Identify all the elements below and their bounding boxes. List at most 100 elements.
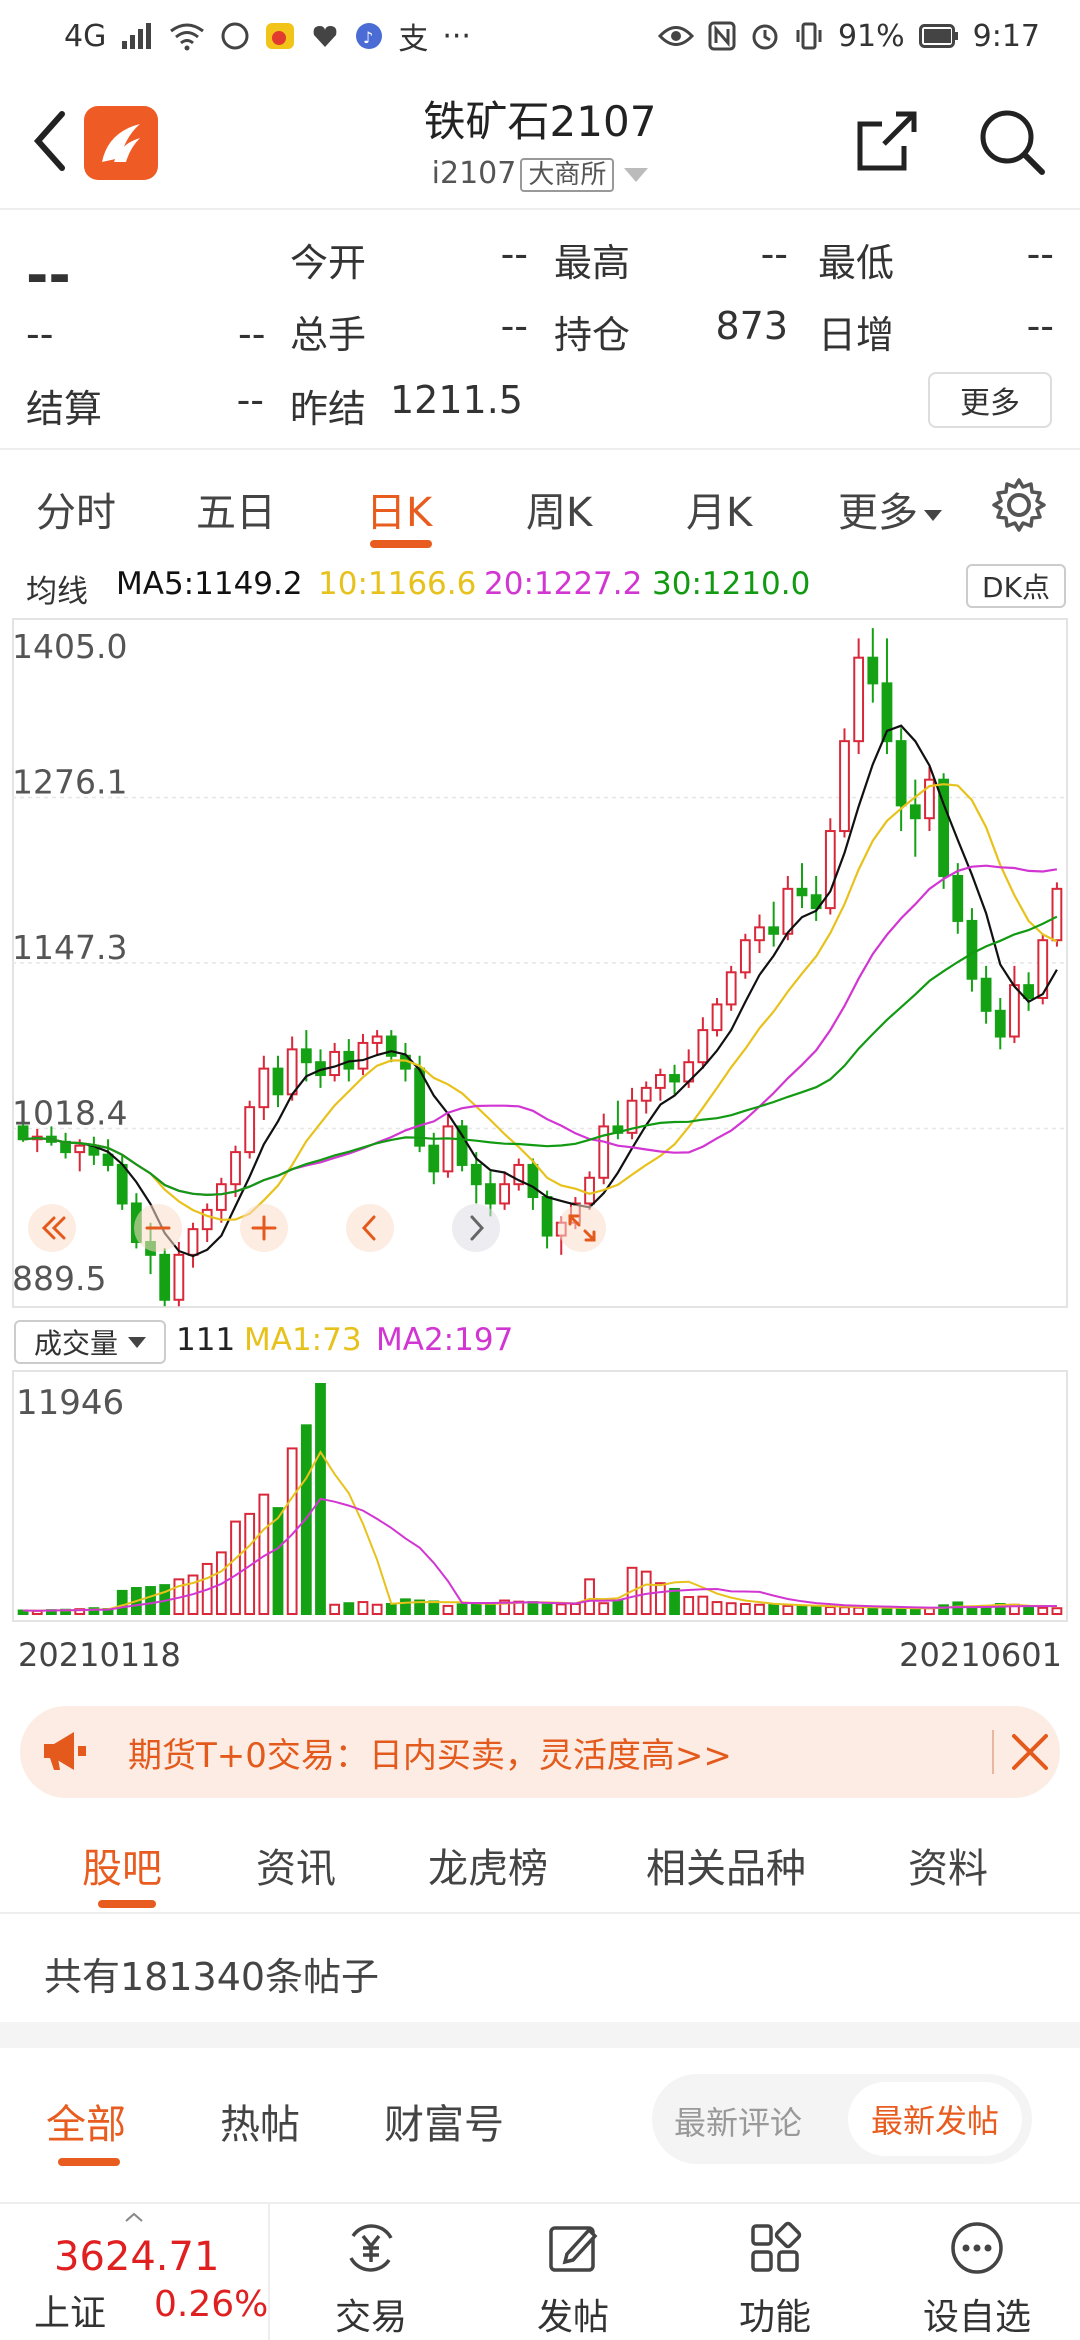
tab-weekly-k[interactable]: 周K [526,480,592,538]
post-button[interactable]: 发帖 [498,2204,648,2340]
tab-related[interactable]: 相关品种 [646,1836,806,1894]
candle-body [768,926,780,935]
promo-banner[interactable]: 期货T+0交易：日内买卖，灵活度高>> [20,1706,1060,1798]
tab-hot[interactable]: 热帖 [220,2092,300,2150]
volume-chart[interactable]: 11946 [12,1370,1068,1622]
weibo-icon [266,23,295,49]
candle-body [173,1253,185,1301]
eye-icon [657,26,694,46]
candle-body [867,656,879,685]
candle-body [159,1253,171,1301]
trade-label: 交易 [334,2297,407,2338]
price-change-pct: -- [238,312,266,356]
volume-bar [470,1602,482,1616]
candle-body [329,1050,341,1077]
last-price: -- [26,244,71,307]
candle-body [853,656,865,743]
trade-button[interactable]: 交易 [296,2204,446,2340]
volume-legend: 成交量 111 MA1:73 MA2:197 [0,1318,1080,1364]
watchlist-label: 设自选 [922,2297,1031,2338]
network-indicator: 4G [64,18,107,54]
tab-more[interactable]: 更多 [838,480,942,538]
double-left-icon[interactable] [28,1204,76,1252]
volume-bar [428,1600,440,1616]
volume-bar [116,1589,128,1615]
sort-latest-post[interactable]: 最新发帖 [848,2082,1022,2156]
volume-bar [357,1601,369,1615]
volume-ma1-line [23,1450,1057,1612]
ma30-value: 30:1210.0 [652,566,811,602]
dropdown-icon [624,167,649,182]
bottom-bar: 3624.71 上证 0.26% 交易 发帖 功能 设自选 [0,2202,1080,2340]
watchlist-button[interactable]: 设自选 [902,2204,1052,2340]
open-value: -- [500,232,528,276]
candle-body [782,887,794,935]
tab-five-day[interactable]: 五日 [196,480,276,538]
gear-icon[interactable] [990,476,1048,534]
sort-latest-comment[interactable]: 最新评论 [674,2098,802,2144]
tab-info[interactable]: 资料 [908,1836,988,1894]
expand-icon[interactable] [558,1204,606,1252]
candle-body [669,1074,680,1083]
dk-point-button[interactable]: DK点 [966,564,1066,608]
volume-bar [725,1602,737,1616]
volume-bar [697,1595,709,1616]
right-button-bg [452,1204,500,1252]
trade-icon [349,2224,393,2272]
promo-text: 期货T+0交易：日内买卖，灵活度高>> [128,1736,732,1776]
volume-selector[interactable]: 成交量 [14,1320,166,1364]
instrument-subtitle[interactable]: i2107 大商所 [0,154,1080,192]
share-icon[interactable] [856,110,918,172]
volume-bar [895,1607,907,1615]
candle-body [357,1041,369,1070]
vibrate-icon [796,22,822,50]
volume-bar [853,1606,865,1615]
zoom-in-icon[interactable] [240,1204,288,1252]
left-icon[interactable] [346,1204,394,1252]
low-label: 最低 [818,241,895,285]
function-button[interactable]: 功能 [700,2204,850,2340]
tab-intraday[interactable]: 分时 [36,480,116,538]
function-label: 功能 [738,2297,811,2338]
tab-monthly-k[interactable]: 月K [686,480,752,538]
health-icon [313,26,337,47]
megaphone-icon [44,1732,86,1770]
zoom-out-icon[interactable] [134,1204,182,1252]
daily-increase-label: 日增 [818,313,895,357]
kline-tabs: 分时 五日 日K 周K 月K 更多 [0,452,1080,556]
candle-body [286,1048,298,1096]
tab-dragon-tiger[interactable]: 龙虎榜 [428,1836,548,1894]
volume-bar [952,1601,964,1615]
volume-bar [343,1602,355,1616]
forum-tab-indicator [98,1900,156,1908]
kline-chart[interactable]: 1405.0 1276.1 1147.3 1018.4 889.5 [12,618,1068,1308]
volume-bar [1023,1606,1034,1616]
tab-stock-forum[interactable]: 股吧 [82,1836,162,1894]
right-icon[interactable] [452,1204,500,1252]
ma10-line [22,783,1058,1221]
volume-bar [385,1602,397,1616]
tab-all[interactable]: 全部 [46,2092,126,2150]
battery-percent: 91% [837,18,905,54]
volume-bar [824,1606,836,1616]
search-icon[interactable] [976,106,1046,176]
candle-body [499,1183,510,1205]
volume-bar [371,1603,383,1615]
candle-body [442,1125,454,1173]
volume-frame [12,1370,1068,1622]
tab-wealth[interactable]: 财富号 [384,2092,504,2150]
tab-news[interactable]: 资讯 [256,1836,336,1894]
more-button[interactable]: 更多 [928,372,1052,428]
high-value: -- [760,232,788,276]
caret-down-icon [924,509,942,521]
candle-body [796,887,808,897]
candle-body [839,740,850,833]
candle-body [697,1029,709,1064]
tab-daily-k[interactable]: 日K [366,480,432,538]
ma10-value: 10:1166.6 [318,566,477,602]
clock: 9:17 [972,18,1040,54]
candle-body [895,740,907,807]
volume-bar [612,1599,624,1616]
close-icon[interactable] [1010,1732,1050,1772]
index-ticker[interactable]: 3624.71 上证 0.26% [0,2204,270,2340]
